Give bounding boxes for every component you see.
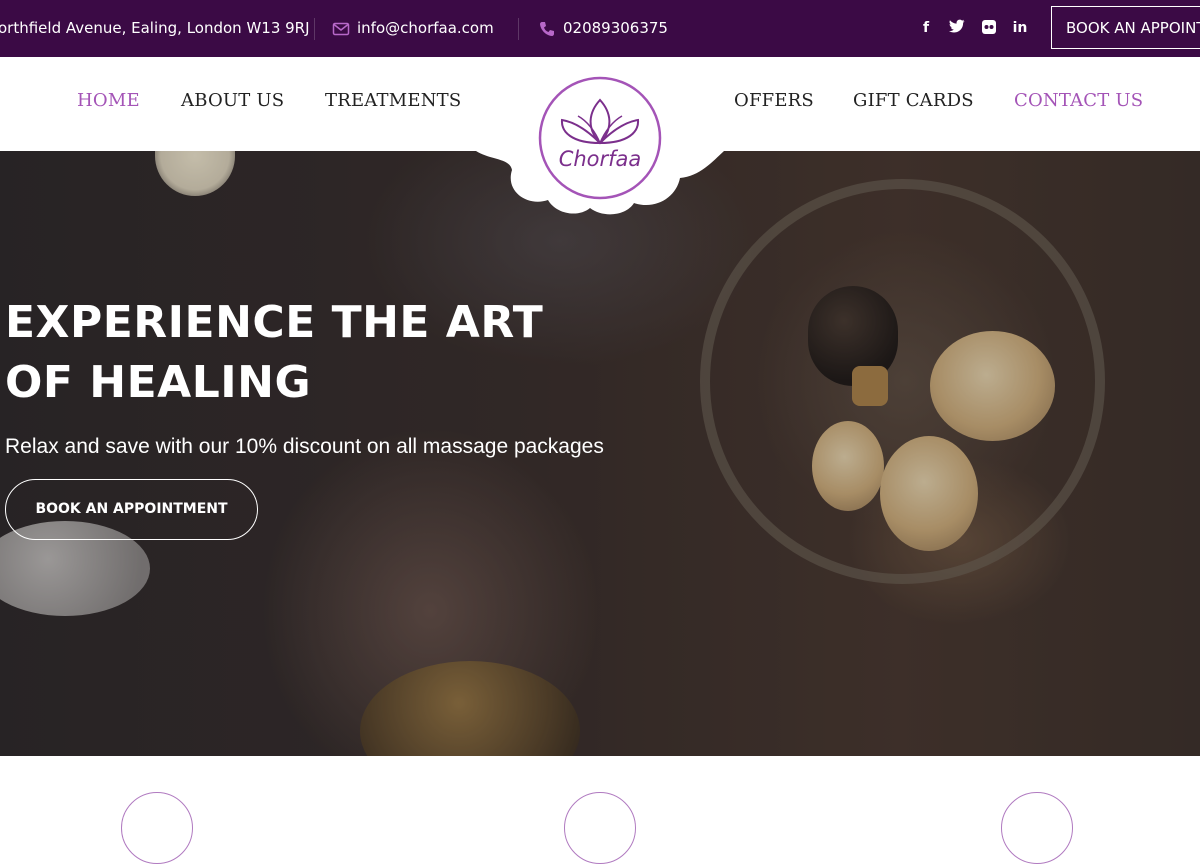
address-text: orthfield Avenue, Ealing, London W13 9RJ bbox=[0, 19, 310, 37]
feature-card bbox=[397, 756, 803, 864]
feature-card bbox=[0, 756, 362, 864]
nav-item-home[interactable]: HOME bbox=[77, 90, 140, 111]
feature-card-icon-circle bbox=[121, 792, 193, 864]
top-bar: orthfield Avenue, Ealing, London W13 9RJ… bbox=[0, 0, 1200, 57]
email-link[interactable]: info@chorfaa.com bbox=[357, 0, 494, 57]
hero-book-button[interactable]: BOOK AN APPOINTMENT bbox=[5, 479, 258, 540]
feature-card-icon-circle bbox=[564, 792, 636, 864]
facebook-icon[interactable]: f bbox=[917, 19, 935, 37]
hero-section: EXPERIENCE THE ART OF HEALING Relax and … bbox=[0, 151, 1200, 756]
main-nav: HOME ABOUT US TREATMENTS OFFERS GIFT CAR… bbox=[0, 57, 1200, 151]
flickr-icon[interactable] bbox=[980, 19, 998, 37]
nav-item-treatments[interactable]: TREATMENTS bbox=[325, 90, 461, 111]
divider bbox=[518, 18, 519, 40]
divider bbox=[314, 18, 315, 40]
envelope-icon bbox=[332, 20, 350, 38]
book-appointment-button[interactable]: BOOK AN APPOINT bbox=[1051, 6, 1200, 49]
hero-subtitle: Relax and save with our 10% discount on … bbox=[5, 435, 604, 458]
twitter-icon[interactable] bbox=[948, 19, 966, 37]
nav-item-gift-cards[interactable]: GIFT CARDS bbox=[853, 90, 974, 111]
feature-cards bbox=[0, 756, 1200, 864]
hero-title: EXPERIENCE THE ART OF HEALING bbox=[5, 297, 544, 408]
phone-link[interactable]: 02089306375 bbox=[563, 0, 668, 57]
linkedin-icon[interactable]: in bbox=[1011, 19, 1029, 37]
feature-card-icon-circle bbox=[1001, 792, 1073, 864]
phone-icon bbox=[538, 20, 556, 38]
feature-card bbox=[838, 756, 1200, 864]
nav-item-about-us[interactable]: ABOUT US bbox=[181, 90, 284, 111]
nav-item-offers[interactable]: OFFERS bbox=[734, 90, 814, 111]
nav-item-contact-us[interactable]: CONTACT US bbox=[1014, 90, 1143, 111]
logo-text: Chorfaa bbox=[558, 147, 642, 171]
